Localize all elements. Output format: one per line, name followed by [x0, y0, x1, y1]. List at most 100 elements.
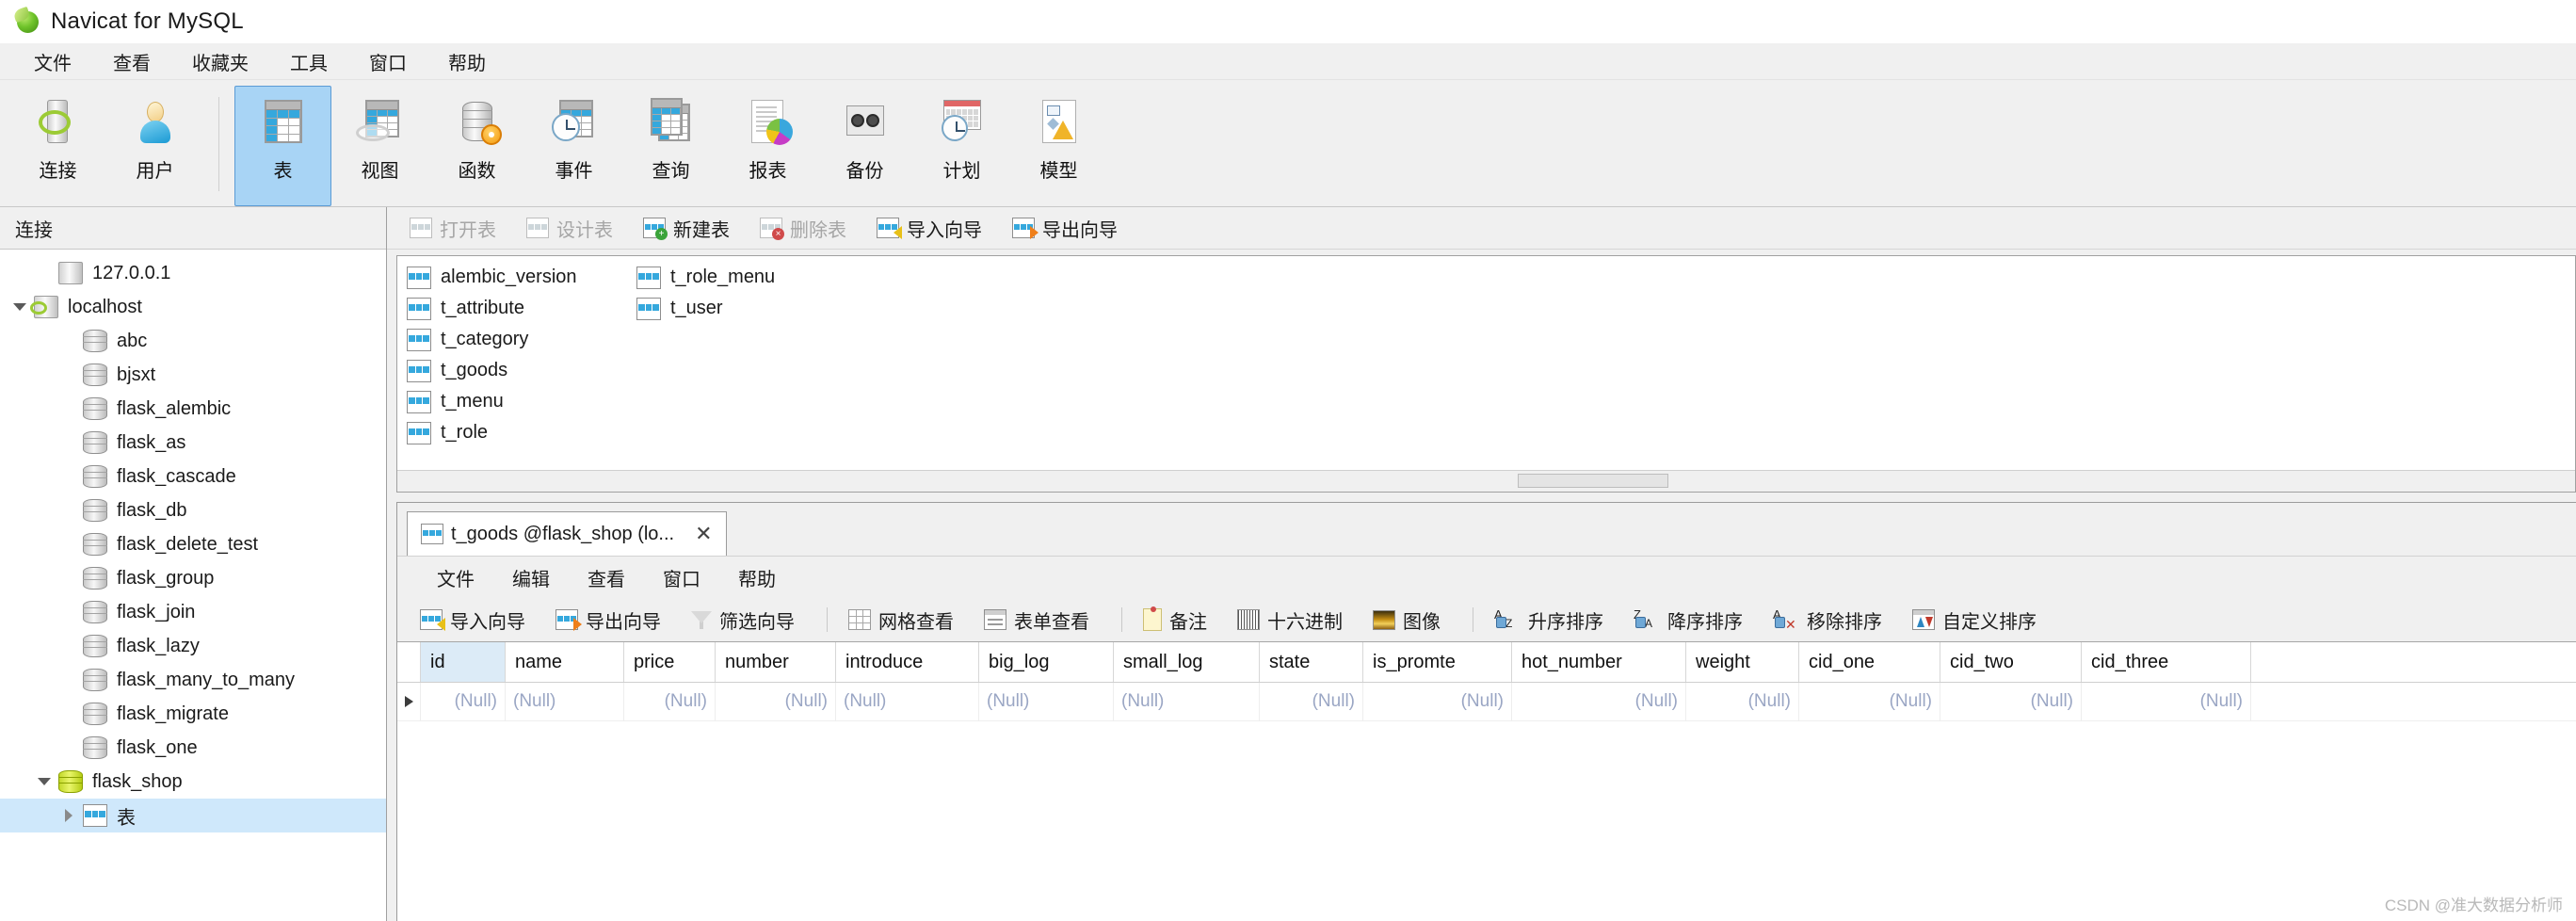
- column-header-cid_one[interactable]: cid_one: [1799, 642, 1940, 682]
- table-list-hscrollbar[interactable]: [397, 470, 2575, 492]
- toolbar-button-table[interactable]: 表: [234, 86, 331, 206]
- column-header-weight[interactable]: weight: [1686, 642, 1799, 682]
- editor-menu-item-view[interactable]: 查看: [569, 561, 644, 594]
- toolbar-button-event[interactable]: 事件: [525, 86, 622, 206]
- tree-item-flask_as[interactable]: flask_as: [0, 426, 386, 460]
- cell-is_promte[interactable]: (Null): [1363, 683, 1512, 720]
- tree-item-flask_group[interactable]: flask_group: [0, 561, 386, 595]
- toolbar-button-function[interactable]: 函数: [428, 86, 525, 206]
- tree-item-flask_join[interactable]: flask_join: [0, 595, 386, 629]
- toolbar-button-connection[interactable]: 连接: [9, 86, 106, 206]
- design-table-button[interactable]: 设计表: [517, 212, 622, 245]
- toolbar-button-schedule[interactable]: 计划: [913, 86, 1010, 206]
- hex-button[interactable]: 十六进制: [1228, 604, 1352, 637]
- column-header-name[interactable]: name: [506, 642, 624, 682]
- toolbar-button-view[interactable]: 视图: [331, 86, 428, 206]
- sort-descending-button[interactable]: ZA 降序排序: [1624, 604, 1752, 637]
- menu-item-window[interactable]: 窗口: [348, 44, 427, 79]
- editor-menu-item-file[interactable]: 文件: [418, 561, 493, 594]
- cell-price[interactable]: (Null): [624, 683, 716, 720]
- column-header-introduce[interactable]: introduce: [836, 642, 979, 682]
- filter-wizard-button[interactable]: 筛选向导: [682, 604, 804, 637]
- data-grid[interactable]: id name price number introduce big_log small_l…: [397, 641, 2576, 921]
- sort-ascending-button[interactable]: AZ 升序排序: [1485, 604, 1613, 637]
- memo-button[interactable]: 备注: [1134, 604, 1216, 637]
- export-wizard-button[interactable]: 导出向导: [1003, 212, 1127, 245]
- scrollbar-thumb[interactable]: [1518, 474, 1668, 488]
- column-header-id[interactable]: id: [421, 642, 506, 682]
- connections-tree[interactable]: 127.0.0.1 localhost abc bjsxt flask_alembic f…: [0, 250, 386, 921]
- import-wizard-button[interactable]: 导入向导: [867, 212, 991, 245]
- cell-hot_number[interactable]: (Null): [1512, 683, 1686, 720]
- table-list-item[interactable]: t_user: [633, 293, 862, 324]
- custom-sort-button[interactable]: 自定义排序: [1903, 604, 2046, 637]
- tree-item-flask_shop[interactable]: flask_shop: [0, 765, 386, 799]
- tree-item-flask_alembic[interactable]: flask_alembic: [0, 392, 386, 426]
- cell-introduce[interactable]: (Null): [836, 683, 979, 720]
- close-icon[interactable]: ✕: [695, 522, 712, 546]
- cell-cid_one[interactable]: (Null): [1799, 683, 1940, 720]
- cell-small_log[interactable]: (Null): [1114, 683, 1260, 720]
- editor-menu-item-window[interactable]: 窗口: [644, 561, 719, 594]
- menu-item-help[interactable]: 帮助: [427, 44, 507, 79]
- table-list-item[interactable]: t_menu: [403, 386, 633, 417]
- table-row[interactable]: (Null) (Null) (Null) (Null) (Null) (Null) (Nul…: [397, 683, 2576, 721]
- cell-number[interactable]: (Null): [716, 683, 836, 720]
- tree-item-[interactable]: 表: [0, 799, 386, 832]
- column-header-cid_two[interactable]: cid_two: [1940, 642, 2082, 682]
- tree-item-flask_many_to_many[interactable]: flask_many_to_many: [0, 663, 386, 697]
- editor-menu-item-help[interactable]: 帮助: [719, 561, 795, 594]
- table-list-item[interactable]: t_category: [403, 324, 633, 355]
- form-view-button[interactable]: 表单查看: [974, 604, 1099, 637]
- toolbar-button-user[interactable]: 用户: [106, 86, 203, 206]
- tree-item-flask_migrate[interactable]: flask_migrate: [0, 697, 386, 731]
- tree-item-flask_lazy[interactable]: flask_lazy: [0, 629, 386, 663]
- tree-item-flask_db[interactable]: flask_db: [0, 493, 386, 527]
- cell-cid_three[interactable]: (Null): [2082, 683, 2251, 720]
- editor-menu-item-edit[interactable]: 编辑: [493, 561, 569, 594]
- menu-item-tools[interactable]: 工具: [269, 44, 348, 79]
- column-header-big_log[interactable]: big_log: [979, 642, 1114, 682]
- chevron-right-icon[interactable]: [55, 809, 83, 822]
- menu-item-view[interactable]: 查看: [92, 44, 171, 79]
- editor-export-wizard-button[interactable]: 导出向导: [546, 604, 670, 637]
- menu-item-favorites[interactable]: 收藏夹: [171, 44, 269, 79]
- tree-item-flask_cascade[interactable]: flask_cascade: [0, 460, 386, 493]
- menu-item-file[interactable]: 文件: [13, 44, 92, 79]
- table-list-item[interactable]: t_role: [403, 417, 633, 448]
- tree-item-flask_one[interactable]: flask_one: [0, 731, 386, 765]
- column-header-hot_number[interactable]: hot_number: [1512, 642, 1686, 682]
- toolbar-button-backup[interactable]: 备份: [816, 86, 913, 206]
- table-list-item[interactable]: t_role_menu: [633, 262, 862, 293]
- tree-item-abc[interactable]: abc: [0, 324, 386, 358]
- table-list-item[interactable]: t_attribute: [403, 293, 633, 324]
- grid-view-button[interactable]: 网格查看: [839, 604, 963, 637]
- cell-cid_two[interactable]: (Null): [1940, 683, 2082, 720]
- delete-table-button[interactable]: × 删除表: [750, 212, 856, 245]
- cell-state[interactable]: (Null): [1260, 683, 1363, 720]
- table-list-item[interactable]: alembic_version: [403, 262, 633, 293]
- column-header-cid_three[interactable]: cid_three: [2082, 642, 2251, 682]
- tree-item-bjsxt[interactable]: bjsxt: [0, 358, 386, 392]
- chevron-down-icon[interactable]: [30, 778, 58, 785]
- toolbar-button-model[interactable]: 模型: [1010, 86, 1107, 206]
- cell-name[interactable]: (Null): [506, 683, 624, 720]
- column-header-state[interactable]: state: [1260, 642, 1363, 682]
- column-header-small_log[interactable]: small_log: [1114, 642, 1260, 682]
- table-list-item[interactable]: t_goods: [403, 355, 633, 386]
- column-header-is_promte[interactable]: is_promte: [1363, 642, 1512, 682]
- editor-import-wizard-button[interactable]: 导入向导: [411, 604, 535, 637]
- column-header-price[interactable]: price: [624, 642, 716, 682]
- new-table-button[interactable]: + 新建表: [634, 212, 739, 245]
- column-header-number[interactable]: number: [716, 642, 836, 682]
- tree-item-flask_delete_test[interactable]: flask_delete_test: [0, 527, 386, 561]
- tree-item-127001[interactable]: 127.0.0.1: [0, 256, 386, 290]
- toolbar-button-query[interactable]: 查询: [622, 86, 719, 206]
- image-button[interactable]: 图像: [1363, 604, 1450, 637]
- open-table-button[interactable]: 打开表: [400, 212, 506, 245]
- tree-item-localhost[interactable]: localhost: [0, 290, 386, 324]
- remove-sort-button[interactable]: A ✕ 移除排序: [1763, 604, 1892, 637]
- cell-id[interactable]: (Null): [421, 683, 506, 720]
- cell-big_log[interactable]: (Null): [979, 683, 1114, 720]
- table-list-panel[interactable]: alembic_version t_attribute t_category t_go…: [396, 255, 2576, 493]
